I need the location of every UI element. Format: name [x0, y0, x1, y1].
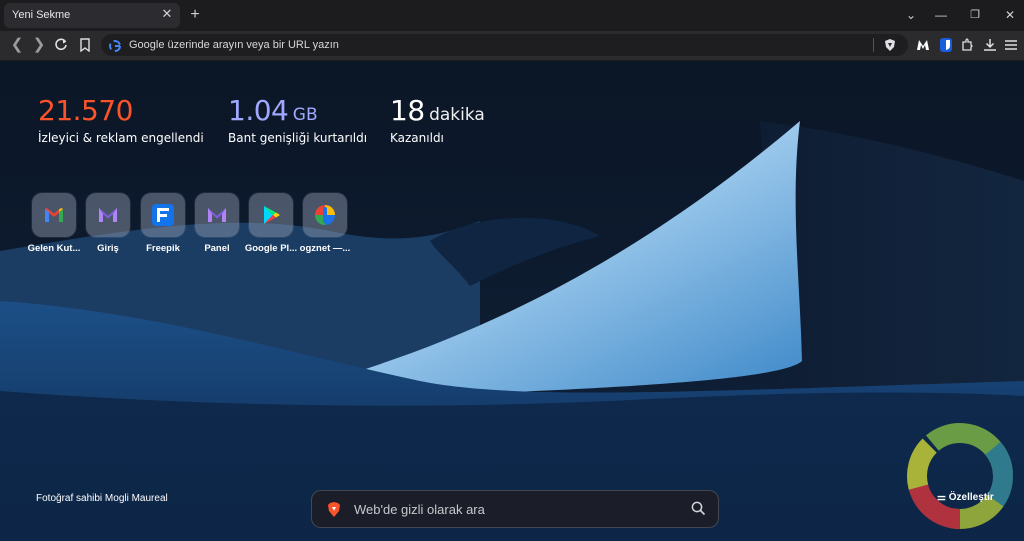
menu-icon[interactable] [1004, 37, 1020, 53]
top-site-label: Panel [204, 243, 230, 254]
ogznet-icon [315, 205, 335, 225]
download-icon[interactable] [982, 37, 998, 53]
stat-label: Bant genişliği kurtarıldı [228, 131, 368, 145]
tab-title: Yeni Sekme [12, 9, 71, 21]
extensions-icon[interactable] [960, 37, 976, 53]
stat-unit: GB [292, 105, 318, 125]
search-icon[interactable] [691, 501, 706, 521]
top-site-google-play[interactable] [249, 193, 293, 237]
freepik-icon [152, 204, 174, 226]
proton-mail-icon [208, 208, 226, 222]
google-icon [109, 39, 121, 52]
stat-unit: dakika [429, 105, 485, 125]
stat-label: İzleyici & reklam engellendi [38, 131, 204, 145]
tab-new-tab[interactable]: Yeni Sekme ✕ [4, 3, 180, 28]
gmail-icon [45, 208, 63, 222]
top-site-label: Freepik [146, 243, 180, 254]
address-bar[interactable] [101, 34, 908, 56]
stat-trackers-blocked: 21.570 İzleyici & reklam engellendi [38, 94, 204, 145]
stat-value: 1.04 [228, 94, 289, 127]
close-window-icon[interactable]: ✕ [1001, 6, 1019, 24]
proton-mail-icon [99, 208, 117, 222]
brave-logo-icon [326, 501, 342, 523]
omnibox-divider [873, 38, 874, 52]
back-icon[interactable]: ❮ [8, 36, 26, 54]
private-search-box[interactable] [311, 490, 719, 528]
top-site-panel[interactable] [195, 193, 239, 237]
stat-label: Kazanıldı [390, 131, 444, 145]
top-site-label: Giriş [97, 243, 119, 254]
stat-bandwidth-saved: 1.04 GB Bant genişliği kurtarıldı [228, 94, 367, 145]
new-tab-button[interactable]: + [186, 6, 204, 24]
top-site-gmail[interactable] [32, 193, 76, 237]
bitwarden-icon[interactable] [938, 37, 954, 53]
top-site-giris[interactable] [86, 193, 130, 237]
address-input[interactable] [129, 37, 829, 53]
customize-label: Özelleştir [948, 492, 994, 503]
restore-icon[interactable]: ❐ [966, 6, 984, 24]
photo-credit: Fotoğraf sahibi Mogli Maureal [36, 493, 168, 504]
reload-icon[interactable] [52, 36, 70, 54]
top-site-freepik[interactable] [141, 193, 185, 237]
stat-time-saved: 18 dakika Kazanıldı [390, 94, 485, 145]
top-site-label: ogznet —... [299, 243, 351, 254]
ring-graphic [906, 422, 1014, 535]
forward-icon[interactable]: ❯ [30, 36, 48, 54]
top-site-label: Gelen Kut... [27, 243, 81, 254]
top-site-label: Google Pl... [244, 243, 298, 254]
customize-button[interactable]: ⚌ Özelleştir [937, 492, 994, 503]
close-tab-icon[interactable]: ✕ [160, 7, 174, 21]
stat-value: 21.570 [38, 94, 133, 127]
malwarebytes-icon[interactable] [915, 37, 931, 53]
tab-search-chevron-icon[interactable]: ⌄ [902, 6, 920, 24]
top-site-ogznet[interactable] [303, 193, 347, 237]
google-play-icon [264, 206, 280, 224]
bookmark-icon[interactable] [76, 36, 94, 54]
minimize-icon[interactable]: — [932, 6, 950, 24]
stat-value: 18 [390, 94, 425, 127]
sliders-icon: ⚌ [937, 492, 946, 503]
search-input[interactable] [354, 500, 674, 518]
brave-shields-icon[interactable] [883, 38, 897, 57]
